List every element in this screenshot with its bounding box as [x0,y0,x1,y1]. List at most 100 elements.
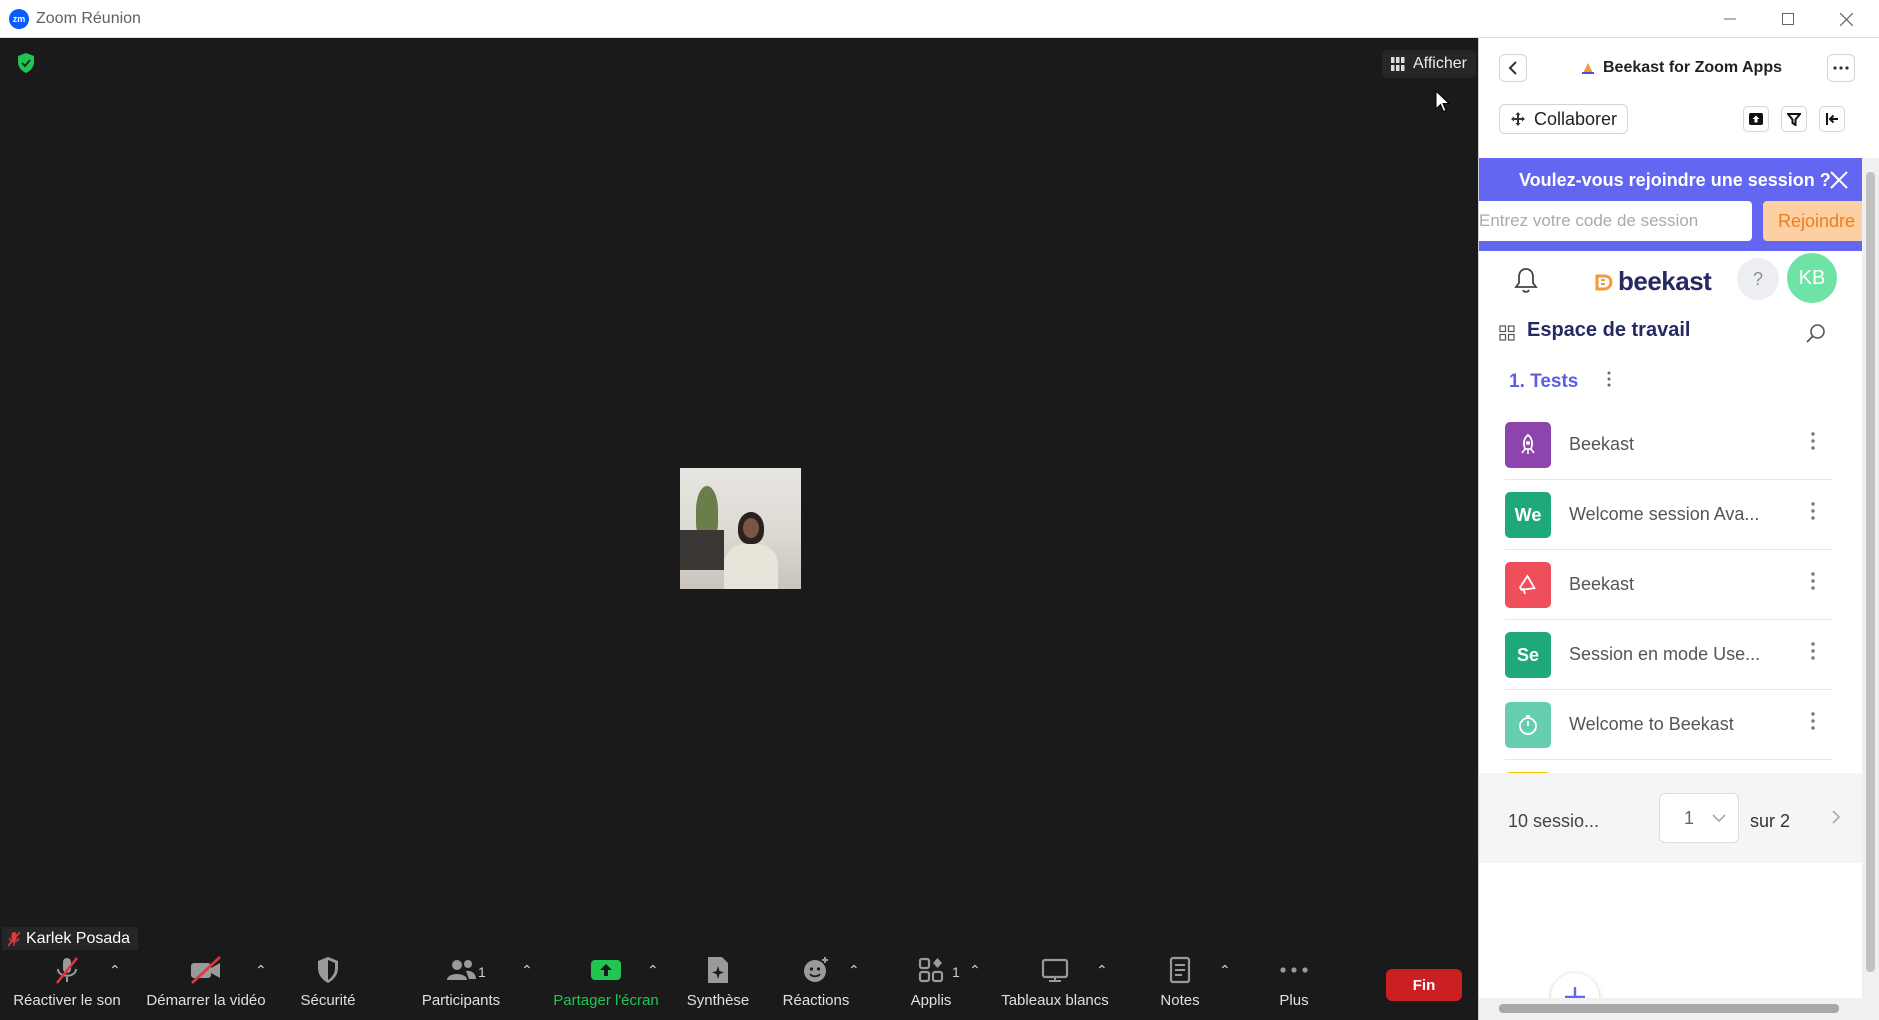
session-code-input[interactable] [1479,201,1752,241]
notes-button[interactable]: Notes [1150,950,1210,1020]
apps-button[interactable]: Applis [900,950,962,1020]
end-meeting-button[interactable]: Fin [1386,969,1462,1001]
megaphone-icon [1516,573,1540,597]
participants-button[interactable]: Participants [416,950,506,1020]
whiteboards-caret-icon[interactable]: ⌃ [1096,962,1108,979]
workspace-header: Espace de travail [1479,309,1862,359]
panel-more-button[interactable] [1827,54,1855,82]
pagination-footer: 10 sessio... 1 sur 2 [1479,773,1862,863]
grid-view-icon [1391,57,1405,71]
chevron-left-icon [1508,61,1517,75]
meeting-toolbar: Réactiver le son ⌃ Démarrer la vidéo ⌃ S… [0,950,1478,1020]
session-row[interactable]: Formation sur les ba... [1479,760,1862,773]
apps-label: Applis [910,992,952,1009]
session-row[interactable]: Beekast [1479,410,1862,480]
vertical-scrollbar[interactable] [1862,158,1879,998]
folder-title[interactable]: 1. Tests [1509,371,1578,393]
summary-button[interactable]: Synthèse [680,950,756,1020]
session-options-button[interactable] [1811,712,1815,736]
bell-icon[interactable] [1513,266,1539,294]
more-dots-icon [1833,66,1849,70]
zoom-window: zm Zoom Réunion Afficher Karlek Posada R… [0,0,1879,1020]
session-name: Beekast [1569,434,1635,454]
maximize-icon [1782,13,1794,25]
participant-video[interactable] [680,468,801,589]
participant-name: Karlek Posada [26,930,131,947]
page-select[interactable]: 1 [1659,793,1739,843]
more-button[interactable]: Plus [1264,950,1324,1020]
notes-label: Notes [1160,992,1200,1009]
share-screen-label: Partager l'écran [553,992,659,1009]
session-name: Beekast [1569,574,1635,594]
view-button[interactable]: Afficher [1382,50,1476,78]
session-row[interactable]: Welcome to Beekast [1479,690,1862,760]
back-button[interactable] [1499,54,1527,82]
beekast-app-frame: Voulez-vous rejoindre une session ? Rejo… [1479,158,1862,1020]
smiley-plus-icon [801,950,831,990]
unmute-label: Réactiver le son [13,992,121,1009]
vertical-scroll-thumb[interactable] [1866,172,1875,972]
session-row[interactable]: Beekast [1479,550,1862,620]
collaborate-button[interactable]: Collaborer [1499,104,1629,134]
reactions-label: Réactions [782,992,850,1009]
panel-title-text: Beekast for Zoom Apps [1603,59,1782,76]
share-options-caret-icon[interactable]: ⌃ [647,962,659,979]
session-options-button[interactable] [1811,432,1815,456]
session-options-button[interactable] [1811,572,1815,596]
start-video-button[interactable]: Démarrer la vidéo [141,950,271,1020]
workspace-title: Espace de travail [1527,319,1691,341]
search-icon[interactable] [1805,322,1827,344]
kebab-menu-icon [1811,502,1815,520]
apps-icon [917,950,945,990]
session-row[interactable]: Se Session en mode Use... [1479,620,1862,690]
maximize-button[interactable] [1759,0,1817,38]
muted-mic-icon [8,931,20,947]
page-total: sur 2 [1750,811,1791,831]
minimize-button[interactable] [1701,0,1759,38]
security-button[interactable]: Sécurité [290,950,366,1020]
session-thumbnail [1505,422,1551,468]
unmute-button[interactable]: Réactiver le son [12,950,122,1020]
summary-label: Synthèse [686,992,750,1009]
next-page-button[interactable] [1831,809,1841,830]
collapse-panel-button[interactable] [1819,106,1845,132]
chevron-right-icon [1832,810,1841,824]
join-session-title: Voulez-vous rejoindre une session ? [1519,170,1831,190]
session-options-button[interactable] [1811,502,1815,526]
whiteboard-icon [1040,950,1070,990]
close-banner-button[interactable] [1829,170,1849,196]
window-title: Zoom Réunion [36,10,141,27]
audio-options-caret-icon[interactable]: ⌃ [109,962,121,979]
reactions-button[interactable]: Réactions [778,950,854,1020]
user-avatar[interactable]: KB [1787,253,1837,303]
horizontal-scrollbar[interactable] [1479,998,1879,1020]
share-screen-button[interactable]: Partager l'écran [548,950,664,1020]
kebab-menu-icon [1811,642,1815,660]
horizontal-scroll-thumb[interactable] [1499,1004,1839,1013]
rocket-icon [1516,433,1540,457]
filter-button[interactable] [1781,106,1807,132]
close-window-button[interactable] [1817,0,1875,38]
kebab-menu-icon [1811,572,1815,590]
close-icon [1830,171,1848,189]
whiteboards-button[interactable]: Tableaux blancs [996,950,1114,1020]
folder-header: 1. Tests [1479,363,1862,403]
reactions-caret-icon[interactable]: ⌃ [848,962,860,979]
video-options-caret-icon[interactable]: ⌃ [255,962,267,979]
encryption-shield-icon[interactable] [16,52,36,74]
folder-options-button[interactable] [1607,371,1611,392]
session-row[interactable]: We Welcome session Ava... [1479,480,1862,550]
participants-caret-icon[interactable]: ⌃ [521,962,533,979]
ai-summary-icon [705,950,731,990]
help-button[interactable]: ? [1737,258,1779,300]
session-options-button[interactable] [1811,642,1815,666]
upload-button[interactable] [1743,106,1769,132]
notes-caret-icon[interactable]: ⌃ [1219,962,1231,979]
apps-caret-icon[interactable]: ⌃ [969,962,981,979]
security-label: Sécurité [300,992,356,1009]
join-session-button[interactable]: Rejoindre [1763,201,1862,241]
sessions-count: 10 sessio... [1508,811,1600,831]
session-list: Beekast We Welcome session Ava... Beekast Se… [1479,410,1862,773]
share-screen-icon [590,950,622,990]
close-icon [1839,12,1853,26]
